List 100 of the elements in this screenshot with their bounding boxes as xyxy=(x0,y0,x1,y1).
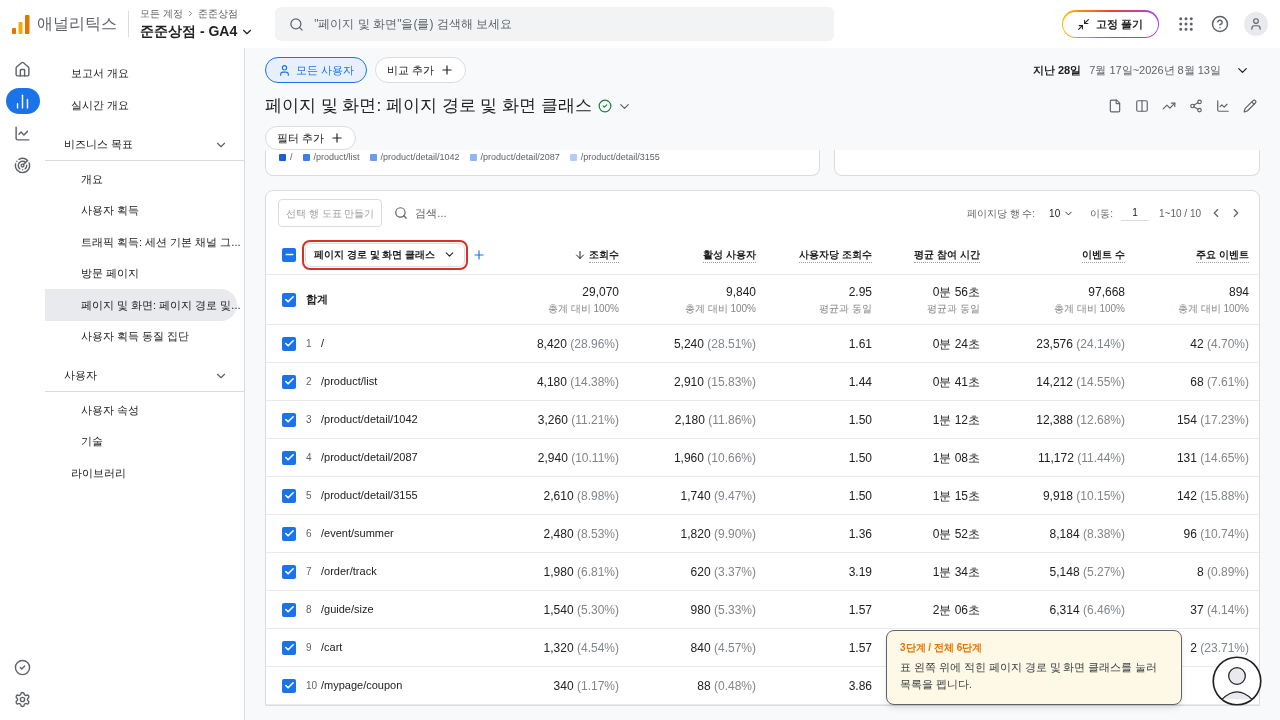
line-chart-icon[interactable] xyxy=(1216,99,1230,113)
table-cell-text: 2,610 (8.98%) xyxy=(543,487,619,505)
plus-icon xyxy=(330,131,345,145)
checkbox[interactable] xyxy=(282,247,296,262)
property-selector[interactable]: 준준상점 - GA4 xyxy=(140,21,255,42)
table-cell-text: 1.50 xyxy=(848,487,872,505)
page-range: 1~10 / 10 xyxy=(1159,206,1201,221)
bar-chart-icon xyxy=(14,92,31,110)
page-path[interactable]: / xyxy=(321,335,325,352)
table-cell-text: 29,070 xyxy=(582,284,619,301)
page-path[interactable]: /product/detail/3155 xyxy=(321,487,418,504)
search-field[interactable]: "페이지 및 화면"을(를) 검색해 보세요 xyxy=(275,7,835,41)
table-cell-text: 1.61 xyxy=(848,335,872,353)
cell-note: 평균과 동일 xyxy=(819,302,872,316)
page-path[interactable]: /cart xyxy=(321,639,343,656)
checkbox[interactable] xyxy=(282,488,296,503)
sidebar-group-header[interactable]: 비즈니스 목표 xyxy=(45,129,244,161)
table-cell-text: 2,940 (10.11%) xyxy=(537,449,619,467)
breadcrumb-link[interactable]: 모든 계정 xyxy=(140,6,183,21)
dimension-button[interactable]: 페이지 경로 및 화면 클래스 xyxy=(305,242,466,267)
breadcrumb-link[interactable]: 준준상점 xyxy=(197,6,238,21)
table-cell-text: 2 (23.71%) xyxy=(1190,639,1249,657)
page-path[interactable]: /product/detail/1042 xyxy=(321,411,418,428)
nav-rail-button[interactable] xyxy=(5,88,40,114)
checkbox[interactable] xyxy=(282,602,296,617)
sidebar-group-header[interactable]: 사용자 xyxy=(45,360,244,392)
checkbox[interactable] xyxy=(282,450,296,465)
date-range: 7월 17일~2026년 8월 13일 xyxy=(1089,62,1221,78)
row-number: 4 xyxy=(306,451,313,465)
check-circle-icon[interactable] xyxy=(14,659,31,676)
table-cell-text: 0분 56초 xyxy=(932,284,980,301)
check-icon xyxy=(283,338,295,349)
sidebar-item[interactable]: 사용자 획득 동질 집단 xyxy=(45,320,244,352)
document-icon[interactable] xyxy=(1108,99,1122,113)
share-icon[interactable] xyxy=(1189,99,1203,113)
row-number: 10 xyxy=(306,679,319,693)
sidebar-item[interactable]: 보고서 개요 xyxy=(45,57,244,89)
account-avatar[interactable] xyxy=(1244,12,1268,36)
columns-icon[interactable] xyxy=(1135,99,1149,113)
compare-chip[interactable]: 비교 추가 xyxy=(375,57,467,83)
edit-icon[interactable] xyxy=(1243,99,1257,113)
sidebar-item[interactable]: 방문 페이지 xyxy=(45,257,244,289)
checkbox[interactable] xyxy=(282,640,296,655)
column-header[interactable]: 사용자당 조회수 xyxy=(799,246,872,263)
table-cell-text: 6,314 (6.46%) xyxy=(1049,601,1125,619)
segment-chip[interactable]: 모든 사용자 xyxy=(265,57,368,83)
unpin-button[interactable]: 고정 풀기 xyxy=(1061,10,1159,38)
table-cell-text: 894 xyxy=(1228,284,1249,301)
rows-per-page-select[interactable]: 10 xyxy=(1049,205,1075,221)
table-cell-text: 0분 24초 xyxy=(932,335,980,353)
total-label: 합계 xyxy=(306,292,329,308)
checkbox[interactable] xyxy=(282,678,296,693)
table-cell-text: 2분 06초 xyxy=(932,601,980,619)
table-cell-text: 0분 41초 xyxy=(932,373,980,391)
goto-field[interactable]: 1 xyxy=(1121,205,1149,221)
apps-icon[interactable] xyxy=(1177,15,1195,33)
table-cell-text: 2.95 xyxy=(848,284,872,301)
table-cell-text: 14,212 (14.55%) xyxy=(1036,373,1125,391)
table-search-field[interactable]: 검색... xyxy=(415,204,556,222)
sidebar-item[interactable]: 사용자 속성 xyxy=(45,394,244,426)
table-cell-text: 1,960 (10.66%) xyxy=(673,449,756,467)
sidebar-item[interactable]: 트래픽 획득: 세션 기본 채널 그... xyxy=(45,226,244,258)
check-icon xyxy=(283,414,295,425)
legend-label: / xyxy=(290,151,293,164)
page-path[interactable]: /guide/size xyxy=(321,601,374,618)
column-header[interactable]: 평균 참여 시간 xyxy=(914,246,980,263)
add-dimension-icon[interactable] xyxy=(472,247,487,262)
column-header[interactable]: 주요 이벤트 xyxy=(1196,246,1249,263)
checkbox[interactable] xyxy=(282,412,296,427)
tour-text: 표 왼쪽 위에 적힌 페이지 경로 및 화면 클래스를 눌러 목록을 펩니다. xyxy=(900,660,1159,692)
column-header[interactable]: 이벤트 수 xyxy=(1082,246,1125,263)
settings-icon[interactable] xyxy=(14,691,31,708)
row-number: 9 xyxy=(306,641,313,655)
table-cell-text: 154 (17.23%) xyxy=(1176,411,1249,429)
page-path[interactable]: /order/track xyxy=(321,563,377,580)
sidebar-item[interactable]: 사용자 획득 xyxy=(45,194,244,226)
help-icon[interactable] xyxy=(1211,15,1229,33)
checkbox[interactable] xyxy=(282,374,296,389)
checkbox[interactable] xyxy=(282,526,296,541)
page-path[interactable]: /mypage/coupon xyxy=(321,677,403,694)
table-cell-text: 1분 12초 xyxy=(932,411,980,429)
checkbox[interactable] xyxy=(282,292,296,307)
sidebar-item[interactable]: 라이브러리 xyxy=(45,457,244,489)
sidebar-item[interactable]: 기술 xyxy=(45,425,244,457)
legend-label: /product/detail/2087 xyxy=(480,151,560,164)
sidebar-item[interactable]: 개요 xyxy=(45,163,244,195)
sidebar-item[interactable]: 실시간 개요 xyxy=(45,89,244,121)
column-header[interactable]: 활성 사용자 xyxy=(703,246,756,263)
page-path[interactable]: /product/detail/2087 xyxy=(321,449,418,466)
table-cell-text: 12,388 (12.68%) xyxy=(1036,411,1125,429)
checkbox[interactable] xyxy=(282,564,296,579)
cell-note: 총계 대비 100% xyxy=(684,302,756,316)
checkbox[interactable] xyxy=(282,336,296,351)
filter-chip[interactable]: 필터 추가 xyxy=(265,126,357,150)
table-cell-text: 11,172 (11.44%) xyxy=(1038,449,1125,467)
table-cell-text: 1.57 xyxy=(848,601,872,619)
page-path[interactable]: /event/summer xyxy=(321,525,394,542)
column-header[interactable]: 조회수 xyxy=(589,246,619,263)
page-path[interactable]: /product/list xyxy=(321,373,378,390)
table-cell-text: 2,480 (8.53%) xyxy=(543,525,619,543)
